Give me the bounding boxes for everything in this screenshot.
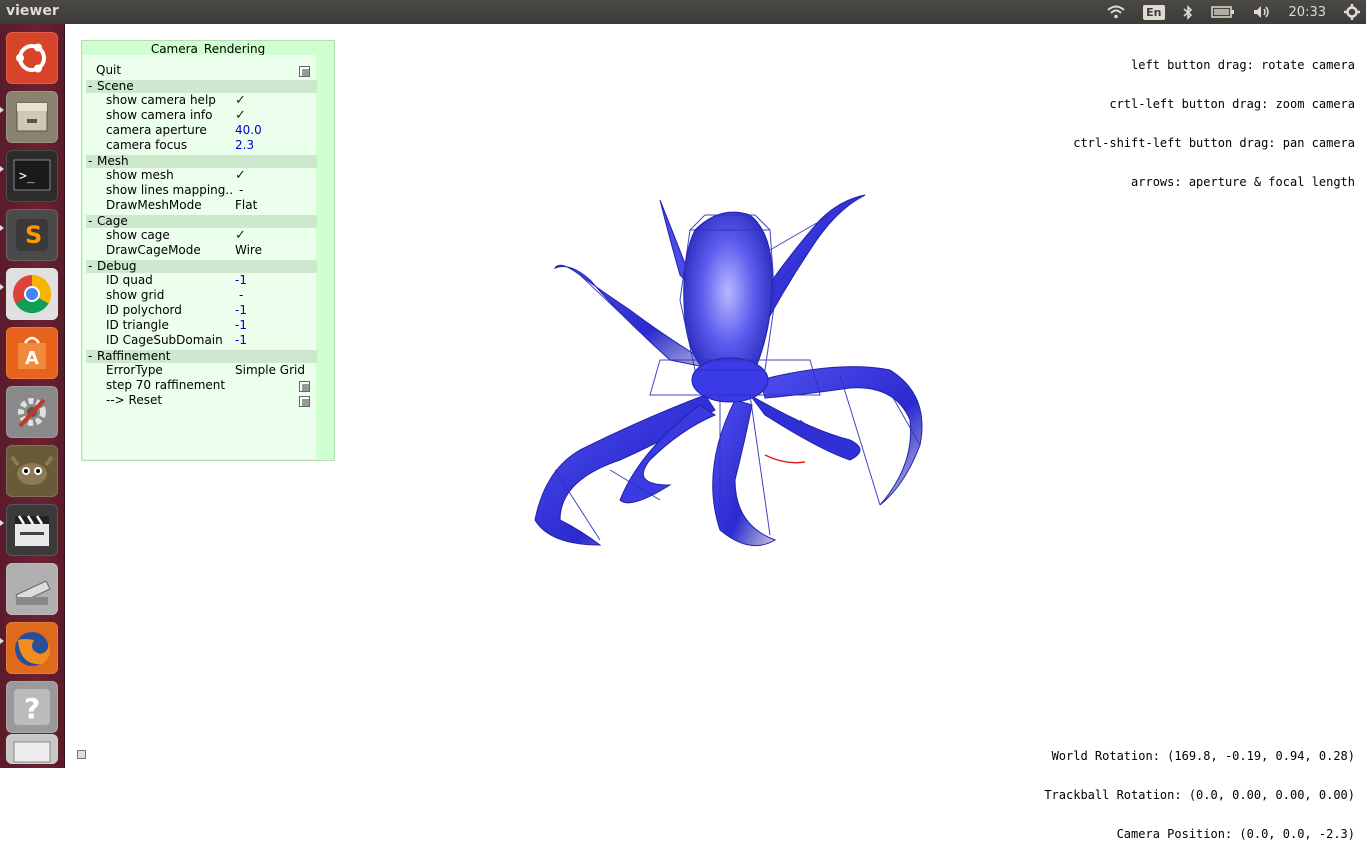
svg-text:?: ? bbox=[24, 692, 40, 725]
button-icon bbox=[299, 381, 310, 392]
software-center-icon[interactable]: A bbox=[6, 327, 58, 379]
svg-text:A: A bbox=[25, 348, 39, 369]
octopus-mesh bbox=[534, 194, 923, 547]
trackball-rotation: Trackball Rotation: (0.0, 0.00, 0.00, 0.… bbox=[1044, 788, 1355, 802]
quit-button[interactable]: Quit bbox=[83, 63, 317, 78]
panel-body: Quit - Scene show camera help ✓ show came… bbox=[83, 55, 317, 459]
terminal-icon[interactable]: >_ bbox=[6, 150, 58, 202]
bluetooth-icon[interactable] bbox=[1183, 4, 1193, 20]
button-icon bbox=[299, 66, 310, 77]
clock[interactable]: 20:33 bbox=[1289, 5, 1326, 20]
firefox-icon[interactable] bbox=[6, 622, 58, 674]
step-raffinement-button[interactable]: step 70 raffinement bbox=[83, 378, 317, 393]
id-polychord-field[interactable]: ID polychord -1 bbox=[83, 303, 317, 318]
section-raffinement[interactable]: - Raffinement bbox=[86, 350, 317, 363]
camera-info-text: World Rotation: (169.8, -0.19, 0.94, 0.2… bbox=[1044, 724, 1355, 854]
section-scene[interactable]: - Scene bbox=[86, 80, 317, 93]
camera-rendering-panel: Camera_Rendering Quit - Scene show camera… bbox=[81, 40, 335, 461]
section-cage[interactable]: - Cage bbox=[86, 215, 317, 228]
video-editor-icon[interactable] bbox=[6, 504, 58, 556]
system-tray: En 20:33 bbox=[1098, 0, 1366, 24]
resize-handle[interactable] bbox=[77, 750, 86, 759]
workspace-icon[interactable] bbox=[6, 734, 58, 764]
show-camera-help-checkbox[interactable]: show camera help ✓ bbox=[83, 93, 317, 108]
help-line: arrows: aperture & focal length bbox=[1131, 175, 1355, 189]
show-lines-mapping-checkbox[interactable]: show lines mapping.. - bbox=[83, 183, 317, 198]
running-indicator bbox=[0, 107, 4, 113]
id-cage-subdomain-field[interactable]: ID CageSubDomain -1 bbox=[83, 333, 317, 348]
wifi-icon[interactable] bbox=[1107, 5, 1125, 19]
error-type-select[interactable]: ErrorType Simple Grid bbox=[83, 363, 317, 378]
app-title: viewer bbox=[6, 3, 59, 19]
check-icon: ✓ bbox=[235, 108, 246, 123]
show-cage-checkbox[interactable]: show cage ✓ bbox=[83, 228, 317, 243]
world-rotation: World Rotation: (169.8, -0.19, 0.94, 0.2… bbox=[1051, 749, 1355, 763]
section-mesh[interactable]: - Mesh bbox=[86, 155, 317, 168]
chrome-icon[interactable] bbox=[6, 268, 58, 320]
id-triangle-field[interactable]: ID triangle -1 bbox=[83, 318, 317, 333]
running-indicator bbox=[0, 520, 4, 526]
help-icon[interactable]: ? bbox=[6, 681, 58, 733]
section-debug[interactable]: - Debug bbox=[86, 260, 317, 273]
battery-icon[interactable] bbox=[1210, 6, 1235, 18]
running-indicator bbox=[0, 284, 4, 290]
svg-text:>_: >_ bbox=[19, 169, 35, 184]
camera-aperture-field[interactable]: camera aperture 40.0 bbox=[83, 123, 317, 138]
button-icon bbox=[299, 396, 310, 407]
check-icon: ✓ bbox=[235, 168, 246, 183]
scanner-icon[interactable] bbox=[6, 563, 58, 615]
show-mesh-checkbox[interactable]: show mesh ✓ bbox=[83, 168, 317, 183]
check-icon: ✓ bbox=[235, 93, 246, 108]
sublime-text-icon[interactable]: S bbox=[6, 209, 58, 261]
running-indicator bbox=[0, 225, 4, 231]
camera-focus-field[interactable]: camera focus 2.3 bbox=[83, 138, 317, 153]
check-icon: ✓ bbox=[235, 228, 246, 243]
launcher: >_ S A ? bbox=[0, 24, 65, 768]
draw-cage-mode-select[interactable]: DrawCageMode Wire bbox=[83, 243, 317, 258]
keyboard-layout: En bbox=[1143, 4, 1165, 20]
camera-help-text: left button drag: rotate camera crtl-lef… bbox=[1073, 33, 1355, 202]
draw-mesh-mode-select[interactable]: DrawMeshMode Flat bbox=[83, 198, 317, 213]
help-line: ctrl-shift-left button drag: pan camera bbox=[1073, 136, 1355, 150]
camera-position: Camera Position: (0.0, 0.0, -2.3) bbox=[1116, 827, 1355, 841]
show-camera-info-checkbox[interactable]: show camera info ✓ bbox=[83, 108, 317, 123]
show-grid-checkbox[interactable]: show grid - bbox=[83, 288, 317, 303]
reset-button[interactable]: --> Reset bbox=[83, 393, 317, 408]
running-indicator bbox=[0, 166, 4, 172]
ubuntu-dash-icon[interactable] bbox=[6, 32, 58, 84]
svg-text:S: S bbox=[25, 221, 42, 249]
help-line: crtl-left button drag: zoom camera bbox=[1109, 97, 1355, 111]
keyboard-icon[interactable]: En bbox=[1143, 4, 1165, 20]
octopus-mesh-viewport[interactable] bbox=[520, 180, 940, 560]
settings-gear-icon[interactable] bbox=[1344, 4, 1360, 20]
id-quad-field[interactable]: ID quad -1 bbox=[83, 273, 317, 288]
top-panel: viewer En 20:33 bbox=[0, 0, 1366, 24]
gimp-icon[interactable] bbox=[6, 445, 58, 497]
running-indicator bbox=[0, 638, 4, 644]
files-icon[interactable] bbox=[6, 91, 58, 143]
system-settings-icon[interactable] bbox=[6, 386, 58, 438]
help-line: left button drag: rotate camera bbox=[1131, 58, 1355, 72]
volume-icon[interactable] bbox=[1253, 5, 1271, 19]
